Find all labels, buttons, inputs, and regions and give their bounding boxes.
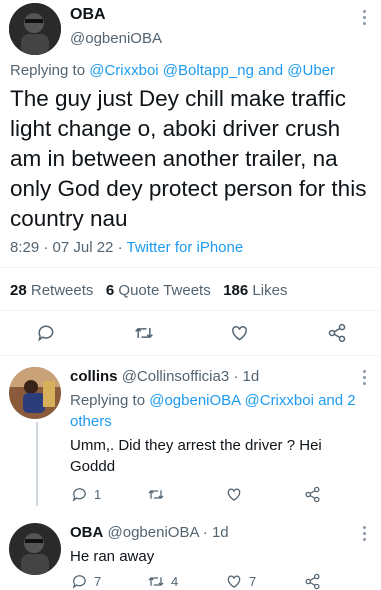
- more-icon[interactable]: [363, 10, 367, 25]
- like-button[interactable]: [229, 323, 250, 343]
- likes-stat[interactable]: 186 Likes: [223, 282, 287, 299]
- like-icon: [227, 488, 241, 501]
- reply-text: Umm,. Did they arrest the driver ? Hei G…: [70, 437, 322, 475]
- retweet-button[interactable]: [147, 486, 171, 503]
- quotes-label: Quote Tweets: [118, 282, 211, 299]
- share-icon: [328, 323, 346, 343]
- retweets-stat[interactable]: 28 Retweets: [10, 282, 98, 299]
- replying-prefix: Replying to: [10, 62, 86, 79]
- retweets-label: Retweets: [30, 282, 94, 299]
- avatar-oba[interactable]: [9, 3, 61, 55]
- like-count: 7: [249, 574, 257, 589]
- more-icon[interactable]: [363, 370, 367, 385]
- tweet-stats: 28 Retweets 6 Quote Tweets 186 Likes: [10, 282, 287, 299]
- reply-author-handle[interactable]: @ogbeniOBA · 1d: [108, 524, 229, 541]
- likes-count: 186: [223, 282, 249, 299]
- replying-and: and: [258, 62, 284, 79]
- share-button[interactable]: [304, 486, 321, 503]
- reply-button[interactable]: [36, 323, 56, 343]
- share-button[interactable]: [304, 573, 321, 590]
- thread-line: [36, 422, 38, 506]
- like-icon: [232, 325, 247, 341]
- avatar-collins[interactable]: [9, 367, 61, 419]
- tweet-text: The guy just Dey chill make traffic ligh…: [10, 86, 367, 231]
- reply-icon: [72, 488, 86, 502]
- retweet-button[interactable]: 4: [147, 573, 178, 590]
- share-button[interactable]: [327, 323, 347, 343]
- like-button[interactable]: 7: [225, 573, 256, 590]
- reply-replying-to: Replying to @ogbeniOBA @Crixxboi and 2 o…: [70, 390, 370, 432]
- replying-and: and: [318, 392, 344, 409]
- replying-to: Replying to @Crixxboi @Boltapp_ng and @U…: [10, 62, 335, 79]
- reply-author-name[interactable]: collins: [70, 368, 118, 385]
- retweet-button[interactable]: [133, 323, 155, 343]
- reply-header: OBA @ogbeniOBA · 1d: [70, 524, 229, 541]
- quotes-stat[interactable]: 6 Quote Tweets: [106, 282, 215, 299]
- retweet-icon: [148, 490, 164, 499]
- share-icon: [305, 573, 320, 590]
- share-icon: [305, 486, 320, 503]
- likes-label: Likes: [252, 282, 288, 299]
- reply-icon: [72, 575, 86, 589]
- like-button[interactable]: [225, 486, 249, 503]
- reply-count: 7: [94, 574, 102, 589]
- reply-text: He ran away: [70, 548, 155, 565]
- reply-icon: [38, 325, 54, 342]
- divider: [0, 310, 381, 311]
- avatar-oba[interactable]: [9, 523, 61, 575]
- retweet-icon: [135, 328, 153, 338]
- reply-header: collins @Collinsofficia3 · 1d: [70, 368, 259, 385]
- retweet-icon: [148, 577, 164, 586]
- author-handle[interactable]: @ogbeniOBA: [70, 30, 162, 47]
- more-icon[interactable]: [363, 526, 367, 541]
- reply-button[interactable]: 7: [71, 573, 101, 590]
- tweet-source[interactable]: Twitter for iPhone: [126, 239, 243, 256]
- quotes-count: 6: [105, 282, 115, 299]
- divider: [0, 355, 381, 356]
- author-name[interactable]: OBA: [70, 6, 106, 24]
- divider: [0, 267, 381, 268]
- reply-author-name[interactable]: OBA: [70, 524, 103, 541]
- reply-author-handle[interactable]: @Collinsofficia3 · 1d: [122, 368, 260, 385]
- replying-mentions[interactable]: @ogbeniOBA @Crixxboi: [149, 392, 314, 409]
- reply-button[interactable]: 1: [71, 486, 101, 503]
- replying-prefix: Replying to: [70, 392, 146, 409]
- tweet-time: 8:29 · 07 Jul 22 ·: [10, 239, 123, 256]
- replying-mentions[interactable]: @Crixxboi @Boltapp_ng: [89, 62, 254, 79]
- retweet-count: 4: [171, 574, 179, 589]
- replying-last[interactable]: @Uber: [287, 62, 335, 79]
- tweet-meta: 8:29 · 07 Jul 22 · Twitter for iPhone: [10, 239, 243, 256]
- like-icon: [227, 575, 241, 588]
- retweets-count: 28: [10, 282, 27, 299]
- reply-count: 1: [94, 487, 102, 502]
